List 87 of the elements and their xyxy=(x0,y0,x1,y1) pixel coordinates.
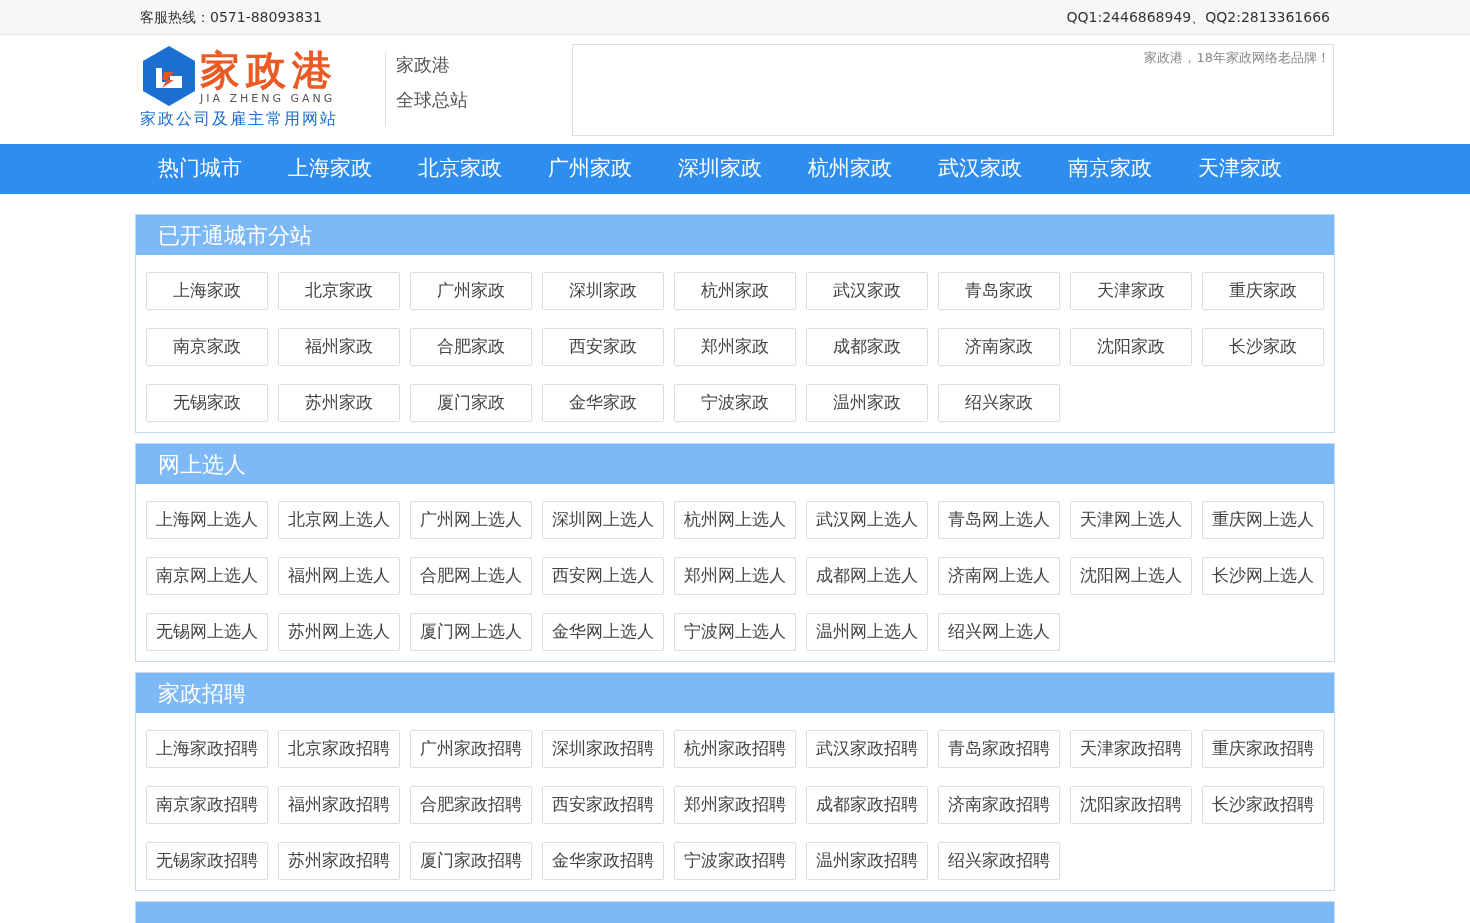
qq-text: QQ1:2446868949、QQ2:2813361666 xyxy=(1066,7,1330,27)
city-link[interactable]: 宁波家政招聘 xyxy=(674,842,796,880)
city-link[interactable]: 广州家政招聘 xyxy=(410,730,532,768)
city-link[interactable]: 天津家政招聘 xyxy=(1070,730,1192,768)
city-link[interactable]: 广州网上选人 xyxy=(410,501,532,539)
city-link[interactable]: 西安网上选人 xyxy=(542,557,664,595)
city-link[interactable]: 成都网上选人 xyxy=(806,557,928,595)
city-link[interactable]: 天津网上选人 xyxy=(1070,501,1192,539)
city-link[interactable]: 沈阳家政招聘 xyxy=(1070,786,1192,824)
logo-pinyin: JIA ZHENG GANG xyxy=(200,91,337,105)
city-link[interactable]: 北京家政招聘 xyxy=(278,730,400,768)
city-link[interactable]: 合肥家政招聘 xyxy=(410,786,532,824)
city-link[interactable]: 南京家政 xyxy=(146,328,268,366)
city-link[interactable]: 绍兴家政 xyxy=(938,384,1060,422)
city-link[interactable]: 无锡家政 xyxy=(146,384,268,422)
city-link[interactable]: 温州家政 xyxy=(806,384,928,422)
city-link[interactable]: 上海家政 xyxy=(146,272,268,310)
site-label: 全球总站 xyxy=(396,88,469,112)
city-link[interactable]: 重庆网上选人 xyxy=(1202,501,1324,539)
city-link[interactable]: 天津家政 xyxy=(1070,272,1192,310)
city-link[interactable]: 郑州家政招聘 xyxy=(674,786,796,824)
city-link[interactable]: 厦门家政招聘 xyxy=(410,842,532,880)
site-label: 家政港 xyxy=(396,53,451,77)
city-link[interactable]: 绍兴网上选人 xyxy=(938,613,1060,651)
city-link[interactable]: 杭州网上选人 xyxy=(674,501,796,539)
city-link[interactable]: 金华网上选人 xyxy=(542,613,664,651)
city-link[interactable]: 金华家政招聘 xyxy=(542,842,664,880)
city-link[interactable]: 长沙网上选人 xyxy=(1202,557,1324,595)
city-link[interactable]: 南京家政招聘 xyxy=(146,786,268,824)
city-link[interactable]: 合肥家政 xyxy=(410,328,532,366)
logo-name: 家政港 xyxy=(200,47,338,92)
city-link[interactable]: 青岛家政 xyxy=(938,272,1060,310)
city-link[interactable]: 苏州家政 xyxy=(278,384,400,422)
city-link[interactable]: 杭州家政 xyxy=(674,272,796,310)
city-link[interactable]: 重庆家政 xyxy=(1202,272,1324,310)
city-link[interactable]: 成都家政招聘 xyxy=(806,786,928,824)
logo-slogan: 家政公司及雇主常用网站 xyxy=(140,108,339,130)
city-link[interactable]: 武汉家政 xyxy=(806,272,928,310)
city-link[interactable]: 温州家政招聘 xyxy=(806,842,928,880)
city-link[interactable]: 西安家政招聘 xyxy=(542,786,664,824)
city-link[interactable]: 济南家政招聘 xyxy=(938,786,1060,824)
city-link[interactable]: 南京网上选人 xyxy=(146,557,268,595)
city-link[interactable]: 深圳家政招聘 xyxy=(542,730,664,768)
city-link[interactable]: 厦门家政 xyxy=(410,384,532,422)
banner-slogan: 家政港，18年家政网络老品牌！ xyxy=(1144,49,1330,67)
city-link[interactable]: 武汉网上选人 xyxy=(806,501,928,539)
city-link[interactable]: 重庆家政招聘 xyxy=(1202,730,1324,768)
city-link[interactable]: 上海家政招聘 xyxy=(146,730,268,768)
hotline-text: 客服热线：0571-88093831 xyxy=(140,7,322,27)
city-link[interactable]: 福州家政 xyxy=(278,328,400,366)
city-link[interactable]: 济南家政 xyxy=(938,328,1060,366)
city-link[interactable]: 北京网上选人 xyxy=(278,501,400,539)
city-link[interactable]: 成都家政 xyxy=(806,328,928,366)
city-link[interactable]: 福州网上选人 xyxy=(278,557,400,595)
city-link[interactable]: 广州家政 xyxy=(410,272,532,310)
city-link[interactable]: 武汉家政招聘 xyxy=(806,730,928,768)
city-link[interactable]: 长沙家政 xyxy=(1202,328,1324,366)
city-link[interactable]: 宁波网上选人 xyxy=(674,613,796,651)
city-link[interactable]: 无锡家政招聘 xyxy=(146,842,268,880)
city-link[interactable]: 北京家政 xyxy=(278,272,400,310)
city-link[interactable]: 杭州家政招聘 xyxy=(674,730,796,768)
city-link[interactable]: 深圳网上选人 xyxy=(542,501,664,539)
city-link[interactable]: 青岛网上选人 xyxy=(938,501,1060,539)
city-link[interactable]: 福州家政招聘 xyxy=(278,786,400,824)
city-link[interactable]: 沈阳家政 xyxy=(1070,328,1192,366)
logo-house-icon xyxy=(140,44,198,108)
city-link[interactable]: 沈阳网上选人 xyxy=(1070,557,1192,595)
city-link[interactable]: 厦门网上选人 xyxy=(410,613,532,651)
city-link[interactable]: 青岛家政招聘 xyxy=(938,730,1060,768)
section-title: 已开通城市分站 xyxy=(158,221,312,250)
section-title: 网上选人 xyxy=(158,450,246,479)
city-link[interactable]: 长沙家政招聘 xyxy=(1202,786,1324,824)
city-link[interactable]: 济南网上选人 xyxy=(938,557,1060,595)
city-link[interactable]: 苏州网上选人 xyxy=(278,613,400,651)
section-title: 家政招聘 xyxy=(158,679,246,708)
city-link[interactable]: 温州网上选人 xyxy=(806,613,928,651)
city-link[interactable]: 无锡网上选人 xyxy=(146,613,268,651)
city-link[interactable]: 深圳家政 xyxy=(542,272,664,310)
city-link[interactable]: 绍兴家政招聘 xyxy=(938,842,1060,880)
city-link[interactable]: 宁波家政 xyxy=(674,384,796,422)
city-link[interactable]: 上海网上选人 xyxy=(146,501,268,539)
city-link[interactable]: 金华家政 xyxy=(542,384,664,422)
city-link[interactable]: 西安家政 xyxy=(542,328,664,366)
city-link[interactable]: 郑州网上选人 xyxy=(674,557,796,595)
city-link[interactable]: 苏州家政招聘 xyxy=(278,842,400,880)
city-link[interactable]: 合肥网上选人 xyxy=(410,557,532,595)
city-link[interactable]: 郑州家政 xyxy=(674,328,796,366)
